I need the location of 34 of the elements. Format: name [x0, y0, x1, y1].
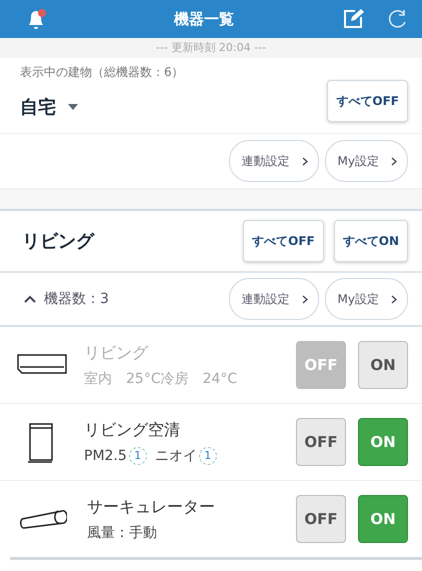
status-text: 室内 25°C冷房 24°C [84, 370, 238, 388]
status-text: 風量：手動 [87, 524, 157, 542]
all-off-button[interactable]: すべてOFF [327, 80, 408, 122]
update-time: --- 更新時刻 20:04 --- [0, 38, 422, 58]
off-button[interactable]: OFF [296, 495, 346, 543]
status-text: ニオイ [154, 446, 197, 464]
building-label: 表示中の建物（総機器数：6） [20, 64, 184, 81]
screen-title: 機器一覧 [172, 10, 235, 28]
chevron-icon [302, 294, 308, 304]
circulator-icon [19, 508, 67, 530]
room-name: リビング [22, 230, 96, 253]
device-name: リビング [84, 342, 150, 364]
all-off-button[interactable]: すべてOFF [243, 220, 324, 262]
link-button[interactable]: 連動設定 [228, 140, 319, 182]
edit-icon[interactable] [342, 8, 364, 30]
link-button[interactable]: My設定 [324, 140, 408, 182]
on-button[interactable]: ON [358, 341, 408, 389]
device-name: サーキュレーター [87, 496, 216, 518]
off-button[interactable]: OFF [296, 418, 346, 466]
link-button[interactable]: My設定 [324, 278, 408, 320]
refresh-icon[interactable] [386, 8, 408, 30]
status-text: PM2.5 [84, 448, 127, 464]
building-name[interactable]: 自宅 [20, 95, 56, 119]
chevron-icon [391, 294, 397, 304]
all-on-button[interactable]: すべてON [334, 220, 408, 262]
link-button[interactable]: 連動設定 [228, 278, 319, 320]
collapse-icon[interactable] [24, 295, 36, 303]
chevron-icon [391, 156, 397, 166]
device-name: リビング空清 [84, 420, 181, 440]
level-badge: 1 [128, 446, 147, 464]
dropdown-caret-icon[interactable] [68, 104, 78, 110]
level-badge: 1 [198, 446, 217, 464]
device-count: 機器数：3 [44, 290, 109, 308]
chevron-icon [302, 156, 308, 166]
